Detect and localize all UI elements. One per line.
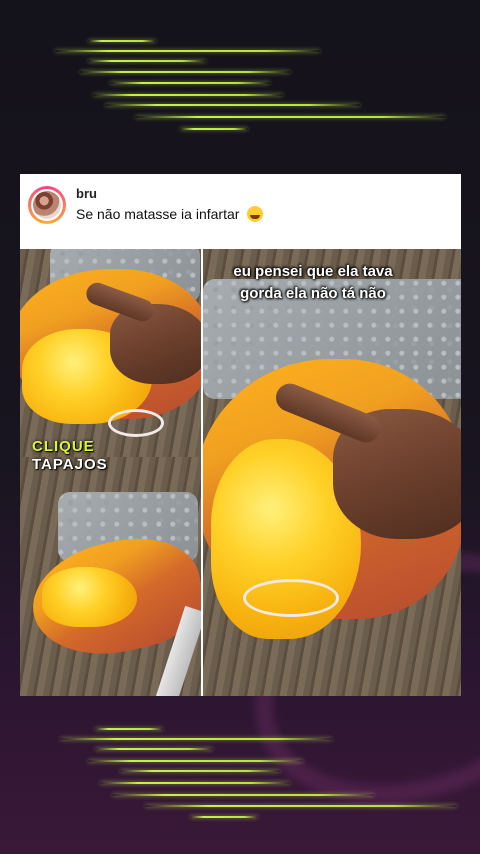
line xyxy=(120,770,280,772)
hand xyxy=(110,304,201,384)
photo-top-left: CLIQUE xyxy=(20,249,201,457)
line xyxy=(110,82,270,84)
watermark-tapajos: TAPAJOS xyxy=(32,457,108,473)
line xyxy=(60,738,332,740)
overlay-line-1: eu pensei que ela tava xyxy=(233,263,393,280)
line xyxy=(180,128,248,130)
line xyxy=(88,40,156,42)
decorative-lines-bottom xyxy=(0,724,480,824)
overlay-line-2: gorda ela não tá não xyxy=(240,285,386,302)
line xyxy=(95,748,213,750)
line xyxy=(80,71,290,73)
photo-right: eu pensei que ela tava gorda ela não tá … xyxy=(203,249,461,696)
watermark-clique: CLIQUE xyxy=(32,438,95,455)
line xyxy=(88,60,206,62)
avatar-image xyxy=(33,191,61,219)
post-card: bru Se não matasse ia infartar CLIQUE TA… xyxy=(20,174,461,696)
line xyxy=(55,50,320,52)
photo-bottom-left: TAPAJOS xyxy=(20,457,201,696)
line xyxy=(95,728,163,730)
melted-cheese xyxy=(42,567,137,627)
onion-ring xyxy=(108,409,164,437)
line xyxy=(100,782,290,784)
laughing-crying-emoji-icon xyxy=(247,206,264,222)
line xyxy=(112,794,374,796)
line xyxy=(105,104,360,106)
onion-ring xyxy=(243,579,339,617)
line xyxy=(135,116,445,118)
overlay-text: eu pensei que ela tava gorda ela não tá … xyxy=(203,261,423,305)
post-caption: Se não matasse ia infartar xyxy=(76,206,264,222)
decorative-lines-top xyxy=(0,36,480,136)
avatar[interactable] xyxy=(28,186,66,224)
line xyxy=(190,816,258,818)
line xyxy=(145,805,457,807)
post-header: bru Se não matasse ia infartar xyxy=(20,174,461,249)
username[interactable]: bru xyxy=(76,186,97,201)
line xyxy=(88,760,303,762)
line xyxy=(93,94,283,96)
caption-text: Se não matasse ia infartar xyxy=(76,206,240,222)
